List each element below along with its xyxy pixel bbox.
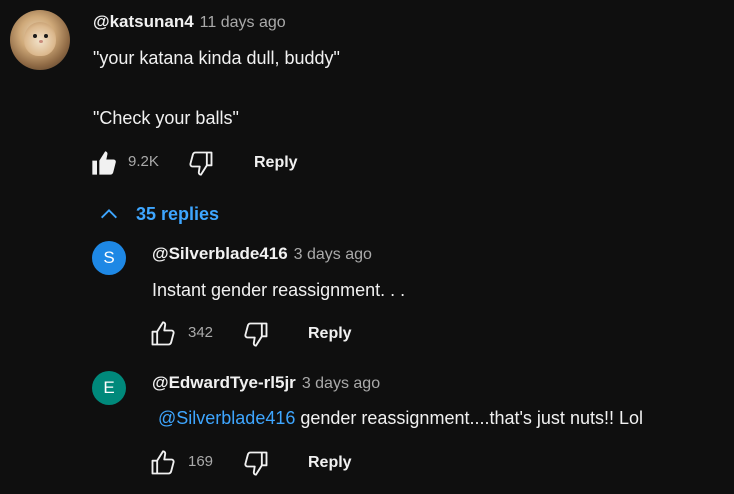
reply-author[interactable]: @Silverblade416 xyxy=(152,244,288,263)
reply-text: @Silverblade416 gender reassignment....t… xyxy=(158,408,643,429)
thumbs-up-icon xyxy=(151,450,175,475)
like-count: 169 xyxy=(188,453,214,470)
reply-text: Instant gender reassignment. . . xyxy=(152,280,406,300)
avatar-letter: E xyxy=(103,378,115,397)
comment-author[interactable]: @katsunan4 xyxy=(93,12,194,31)
mention-link[interactable]: @Silverblade416 xyxy=(158,408,295,428)
avatar-letter: S xyxy=(103,248,115,267)
like-count: 342 xyxy=(188,324,214,341)
thumbs-down-icon xyxy=(244,322,268,347)
reply-time[interactable]: 3 days ago xyxy=(294,246,372,263)
comment-text-line-2: "Check your balls" xyxy=(93,108,239,128)
thumbs-down-icon xyxy=(189,151,213,176)
hamster-avatar-icon xyxy=(24,22,56,56)
reply-author[interactable]: @EdwardTye-rl5jr xyxy=(152,373,296,392)
reply-body: gender reassignment....that's just nuts!… xyxy=(295,408,643,428)
reply-button[interactable]: Reply xyxy=(308,325,352,343)
comment-time[interactable]: 11 days ago xyxy=(200,14,286,31)
reply-button[interactable]: Reply xyxy=(308,454,352,472)
reply-header: @Silverblade416 3 days ago xyxy=(152,244,372,264)
thumbs-up-icon xyxy=(151,321,175,346)
replies-count-label: 35 replies xyxy=(136,203,220,224)
like-button[interactable] xyxy=(90,149,118,177)
comment-header: @katsunan4 11 days ago xyxy=(93,12,286,32)
dislike-button[interactable] xyxy=(242,320,270,348)
thumbs-down-icon xyxy=(244,451,268,476)
user-avatar[interactable] xyxy=(10,10,70,70)
like-button[interactable] xyxy=(149,320,177,348)
dislike-button[interactable] xyxy=(242,449,270,477)
reply-avatar[interactable]: S xyxy=(92,241,126,275)
like-button[interactable] xyxy=(149,449,177,477)
reply-button[interactable]: Reply xyxy=(254,154,298,172)
reply-time[interactable]: 3 days ago xyxy=(302,375,380,392)
thumbs-up-filled-icon xyxy=(92,151,116,175)
reply-header: @EdwardTye-rl5jr 3 days ago xyxy=(152,373,380,393)
comment-text-line-1: "your katana kinda dull, buddy" xyxy=(93,48,340,68)
replies-toggle[interactable]: 35 replies xyxy=(98,203,219,225)
dislike-button[interactable] xyxy=(187,149,215,177)
like-count: 9.2K xyxy=(128,153,159,170)
chevron-up-icon xyxy=(101,209,117,219)
reply-avatar[interactable]: E xyxy=(92,371,126,405)
